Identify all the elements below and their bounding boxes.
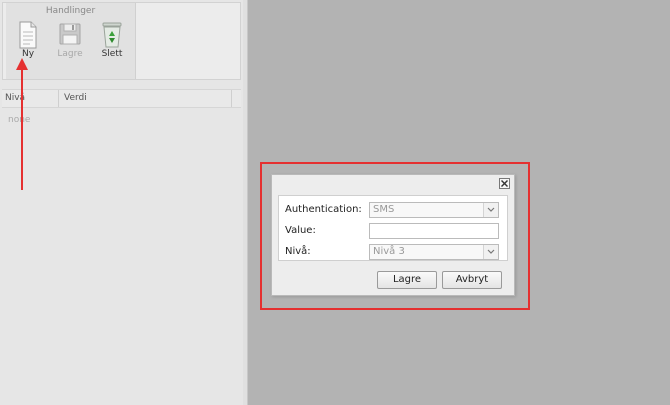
chevron-down-icon [487, 207, 495, 212]
level-value: Nivå 3 [373, 246, 405, 257]
column-separator [231, 90, 232, 107]
close-button[interactable] [499, 178, 510, 189]
value-input[interactable] [369, 223, 499, 239]
authentication-select[interactable]: SMS [369, 202, 499, 218]
delete-button-label: Slett [101, 49, 123, 59]
delete-button[interactable]: Slett [93, 19, 131, 63]
dialog-form: Authentication: SMS Value: Nivå: Nivå 3 [278, 195, 508, 261]
save-toolbar-button[interactable]: Lagre [51, 19, 89, 63]
column-separator [58, 90, 59, 107]
value-label: Value: [285, 225, 316, 236]
chevron-down-icon [487, 249, 495, 254]
new-button[interactable]: Ny [9, 19, 47, 63]
cancel-button[interactable]: Avbryt [442, 271, 502, 289]
panel-splitter[interactable] [243, 0, 248, 405]
close-icon [501, 180, 508, 187]
document-icon [19, 21, 37, 49]
grid-header: Nivå Verdi [2, 89, 241, 108]
recycle-bin-icon [102, 22, 122, 48]
authentication-dropdown[interactable] [483, 203, 498, 217]
left-panel: Handlinger Ny Lagre Slett Nivå Verdi non… [0, 0, 244, 405]
save-toolbar-label: Lagre [57, 49, 83, 59]
ribbon-group-title: Handlinger [45, 6, 96, 16]
authentication-value: SMS [373, 204, 395, 215]
save-button[interactable]: Lagre [377, 271, 437, 289]
ribbon-toolbar: Handlinger Ny Lagre Slett [2, 2, 241, 80]
dialog-window: Authentication: SMS Value: Nivå: Nivå 3 … [271, 174, 515, 296]
level-label: Nivå: [285, 246, 311, 257]
red-arrow-annotation [16, 58, 28, 190]
floppy-disk-icon [59, 23, 81, 45]
level-select[interactable]: Nivå 3 [369, 244, 499, 260]
authentication-label: Authentication: [285, 204, 362, 215]
column-header-value[interactable]: Verdi [64, 90, 87, 107]
level-dropdown[interactable] [483, 245, 498, 259]
